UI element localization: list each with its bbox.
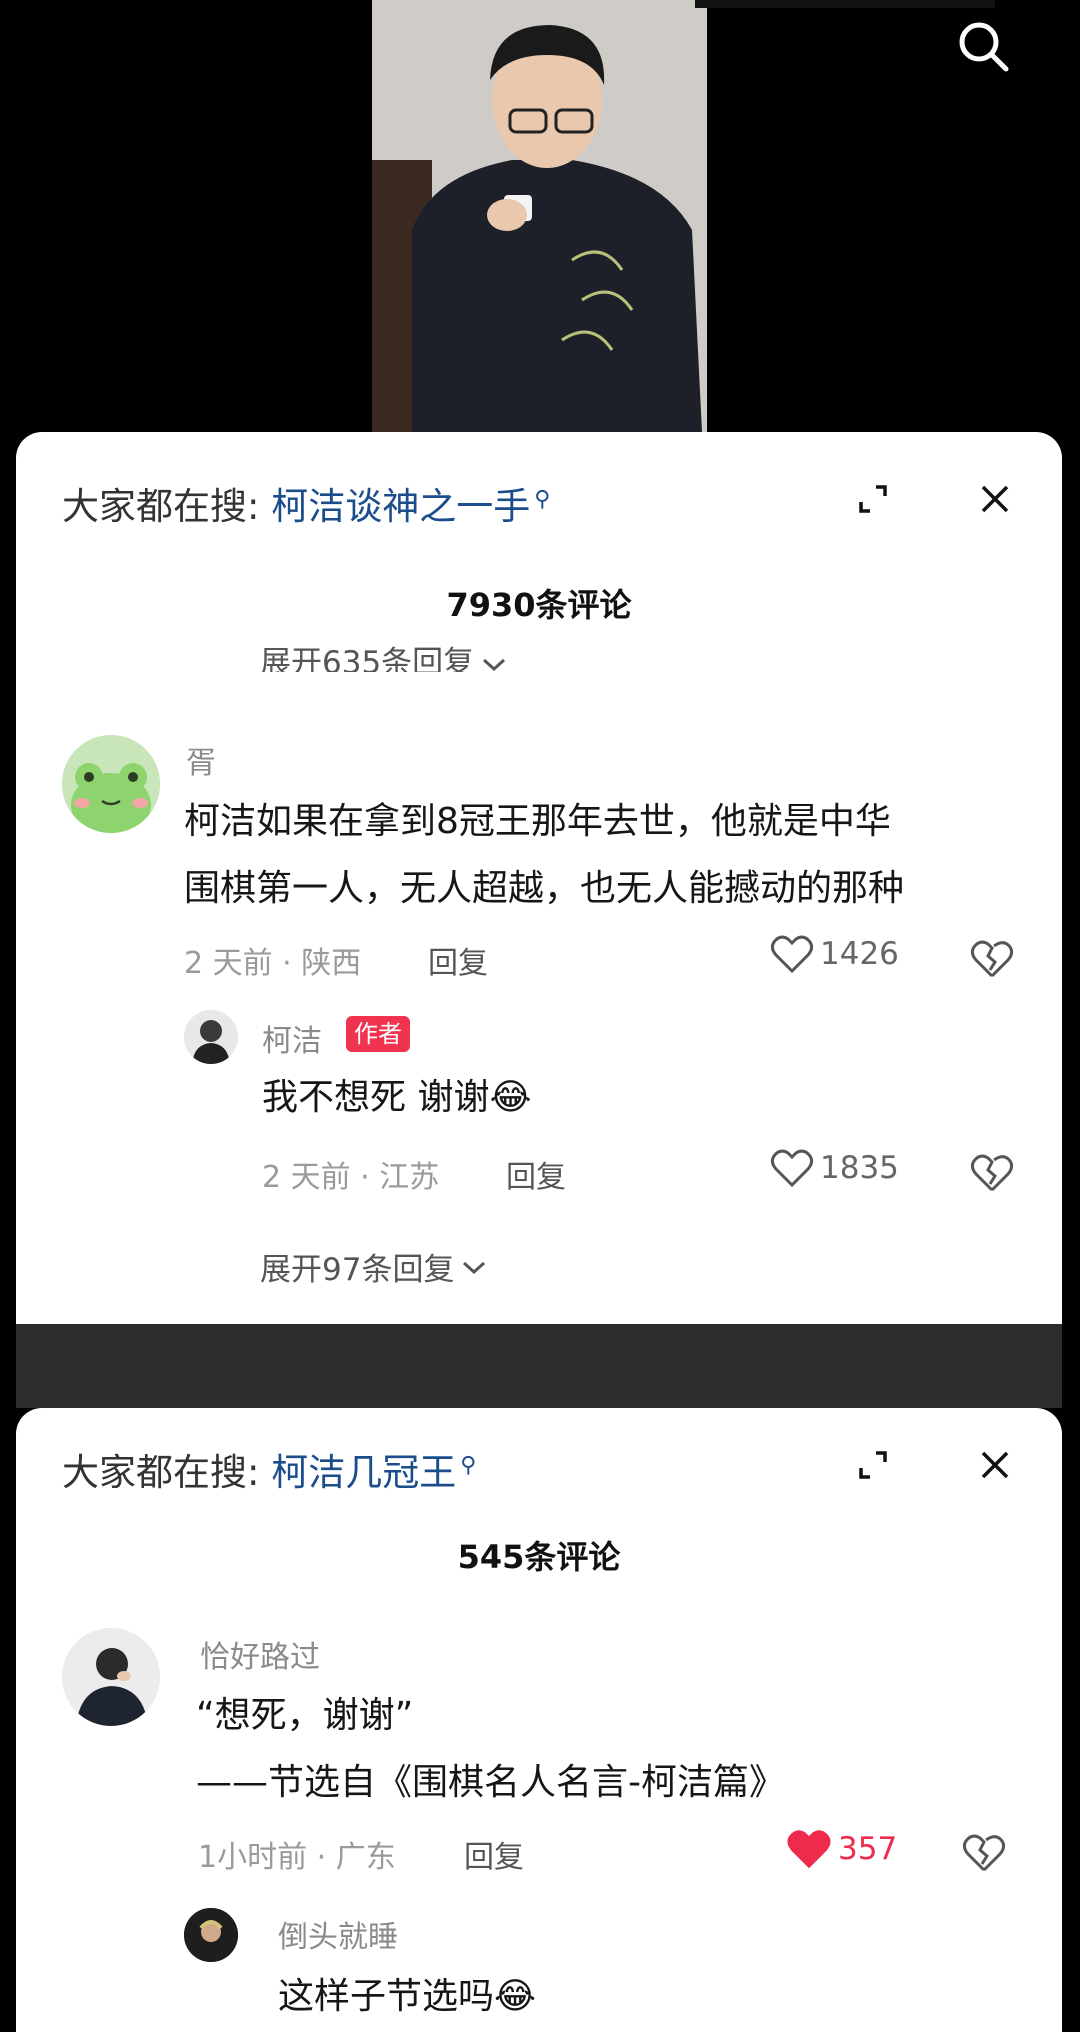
like-button[interactable]: 1835	[770, 1148, 899, 1188]
chevron-down-icon	[483, 658, 506, 672]
like-count: 357	[838, 1831, 898, 1867]
video-person-image	[372, 0, 707, 432]
close-button[interactable]	[970, 1440, 1020, 1490]
expand-replies-previous[interactable]: 展开635条回复	[260, 642, 508, 672]
user-avatar-icon	[62, 1628, 160, 1726]
user-avatar-icon	[184, 1908, 238, 1962]
separator	[16, 1324, 1062, 1408]
reply-text-content: 我不想死 谢谢	[262, 1077, 490, 1118]
close-button[interactable]	[970, 474, 1020, 524]
heart-icon	[770, 1149, 814, 1188]
comment-text-line1: 柯洁如果在拿到8冠王那年去世，他就是中华	[184, 801, 891, 842]
reply-text: 这样子节选吗😂	[278, 1963, 536, 2030]
frog-avatar-icon	[62, 735, 160, 833]
status-indicator	[695, 0, 995, 8]
reply-username[interactable]: 倒头就睡	[278, 1912, 398, 1956]
comment-meta: 2 天前 · 陕西	[184, 946, 362, 981]
expand-fullscreen-button[interactable]	[848, 474, 898, 524]
reply-button[interactable]: 回复	[464, 1832, 524, 1876]
reply-text-content: 这样子节选吗	[278, 1976, 495, 2017]
comment-text-line2: 围棋第一人，无人超越，也无人能撼动的那种	[184, 868, 905, 909]
video-player[interactable]	[0, 0, 1080, 432]
chevron-down-icon	[463, 1261, 486, 1274]
comment-count: 7930条评论	[446, 586, 632, 624]
comment-count: 545条评论	[457, 1538, 621, 1576]
expand-label: 展开97条回复	[260, 1252, 455, 1288]
like-count: 1426	[820, 936, 899, 972]
avatar[interactable]	[62, 1628, 160, 1726]
comment-username[interactable]: 恰好路过	[200, 1632, 320, 1676]
search-prefix: 大家都在搜:	[62, 1451, 260, 1494]
expand-replies-button[interactable]: 展开97条回复	[260, 1244, 488, 1289]
search-term-link[interactable]: 柯洁谈神之一手	[271, 485, 530, 528]
close-icon	[981, 485, 1009, 513]
dislike-icon[interactable]	[962, 1830, 1006, 1874]
expand-icon	[859, 485, 887, 513]
dislike-icon[interactable]	[970, 1150, 1014, 1194]
search-small-icon: ⚲	[460, 1452, 477, 1478]
comments-panel: 大家都在搜: 柯洁谈神之一手 ⚲ 7930条评论 展开635条回复 胥 柯洁如果…	[16, 432, 1062, 1324]
comment-meta: 1小时前 · 广东	[198, 1840, 396, 1875]
trending-search[interactable]: 大家都在搜: 柯洁几冠王 ⚲	[62, 1442, 476, 1496]
trending-search[interactable]: 大家都在搜: 柯洁谈神之一手 ⚲	[62, 476, 550, 530]
like-button[interactable]: 357	[786, 1828, 897, 1870]
search-icon[interactable]	[955, 18, 1011, 74]
search-term-link[interactable]: 柯洁几冠王	[271, 1451, 456, 1494]
laugh-cry-emoji: 😂	[489, 1077, 532, 1118]
dislike-icon[interactable]	[970, 936, 1014, 980]
heart-filled-icon	[787, 1830, 831, 1869]
reply-username[interactable]: 柯洁	[262, 1016, 322, 1060]
like-button[interactable]: 1426	[770, 934, 899, 974]
laugh-cry-emoji: 😂	[494, 1976, 537, 2017]
expand-fullscreen-button[interactable]	[848, 1440, 898, 1490]
author-badge: 作者	[346, 1016, 410, 1052]
reply-meta: 2 天前 · 江苏	[262, 1160, 440, 1195]
search-prefix: 大家都在搜:	[62, 485, 260, 528]
comments-panel: 大家都在搜: 柯洁几冠王 ⚲ 545条评论 恰好路过 “想死，谢谢” ——节选自《…	[16, 1408, 1062, 2032]
reply-button[interactable]: 回复	[506, 1152, 566, 1196]
avatar[interactable]	[62, 735, 160, 833]
heart-icon	[770, 935, 814, 974]
video-frame	[372, 0, 707, 432]
reply-text: 我不想死 谢谢😂	[262, 1064, 532, 1131]
search-small-icon: ⚲	[534, 486, 551, 512]
like-count: 1835	[820, 1150, 899, 1186]
reply-avatar[interactable]	[184, 1010, 238, 1064]
reply-avatar[interactable]	[184, 1908, 238, 1962]
comment-text-line1: “想死，谢谢”	[196, 1695, 414, 1736]
expand-icon	[859, 1451, 887, 1479]
expand-label: 展开635条回复	[260, 645, 475, 672]
author-avatar-icon	[184, 1010, 238, 1064]
comment-username[interactable]: 胥	[186, 738, 216, 782]
comment-text-line2: ——节选自《围棋名人名言-柯洁篇》	[196, 1762, 785, 1803]
close-icon	[981, 1451, 1009, 1479]
reply-button[interactable]: 回复	[428, 938, 488, 982]
